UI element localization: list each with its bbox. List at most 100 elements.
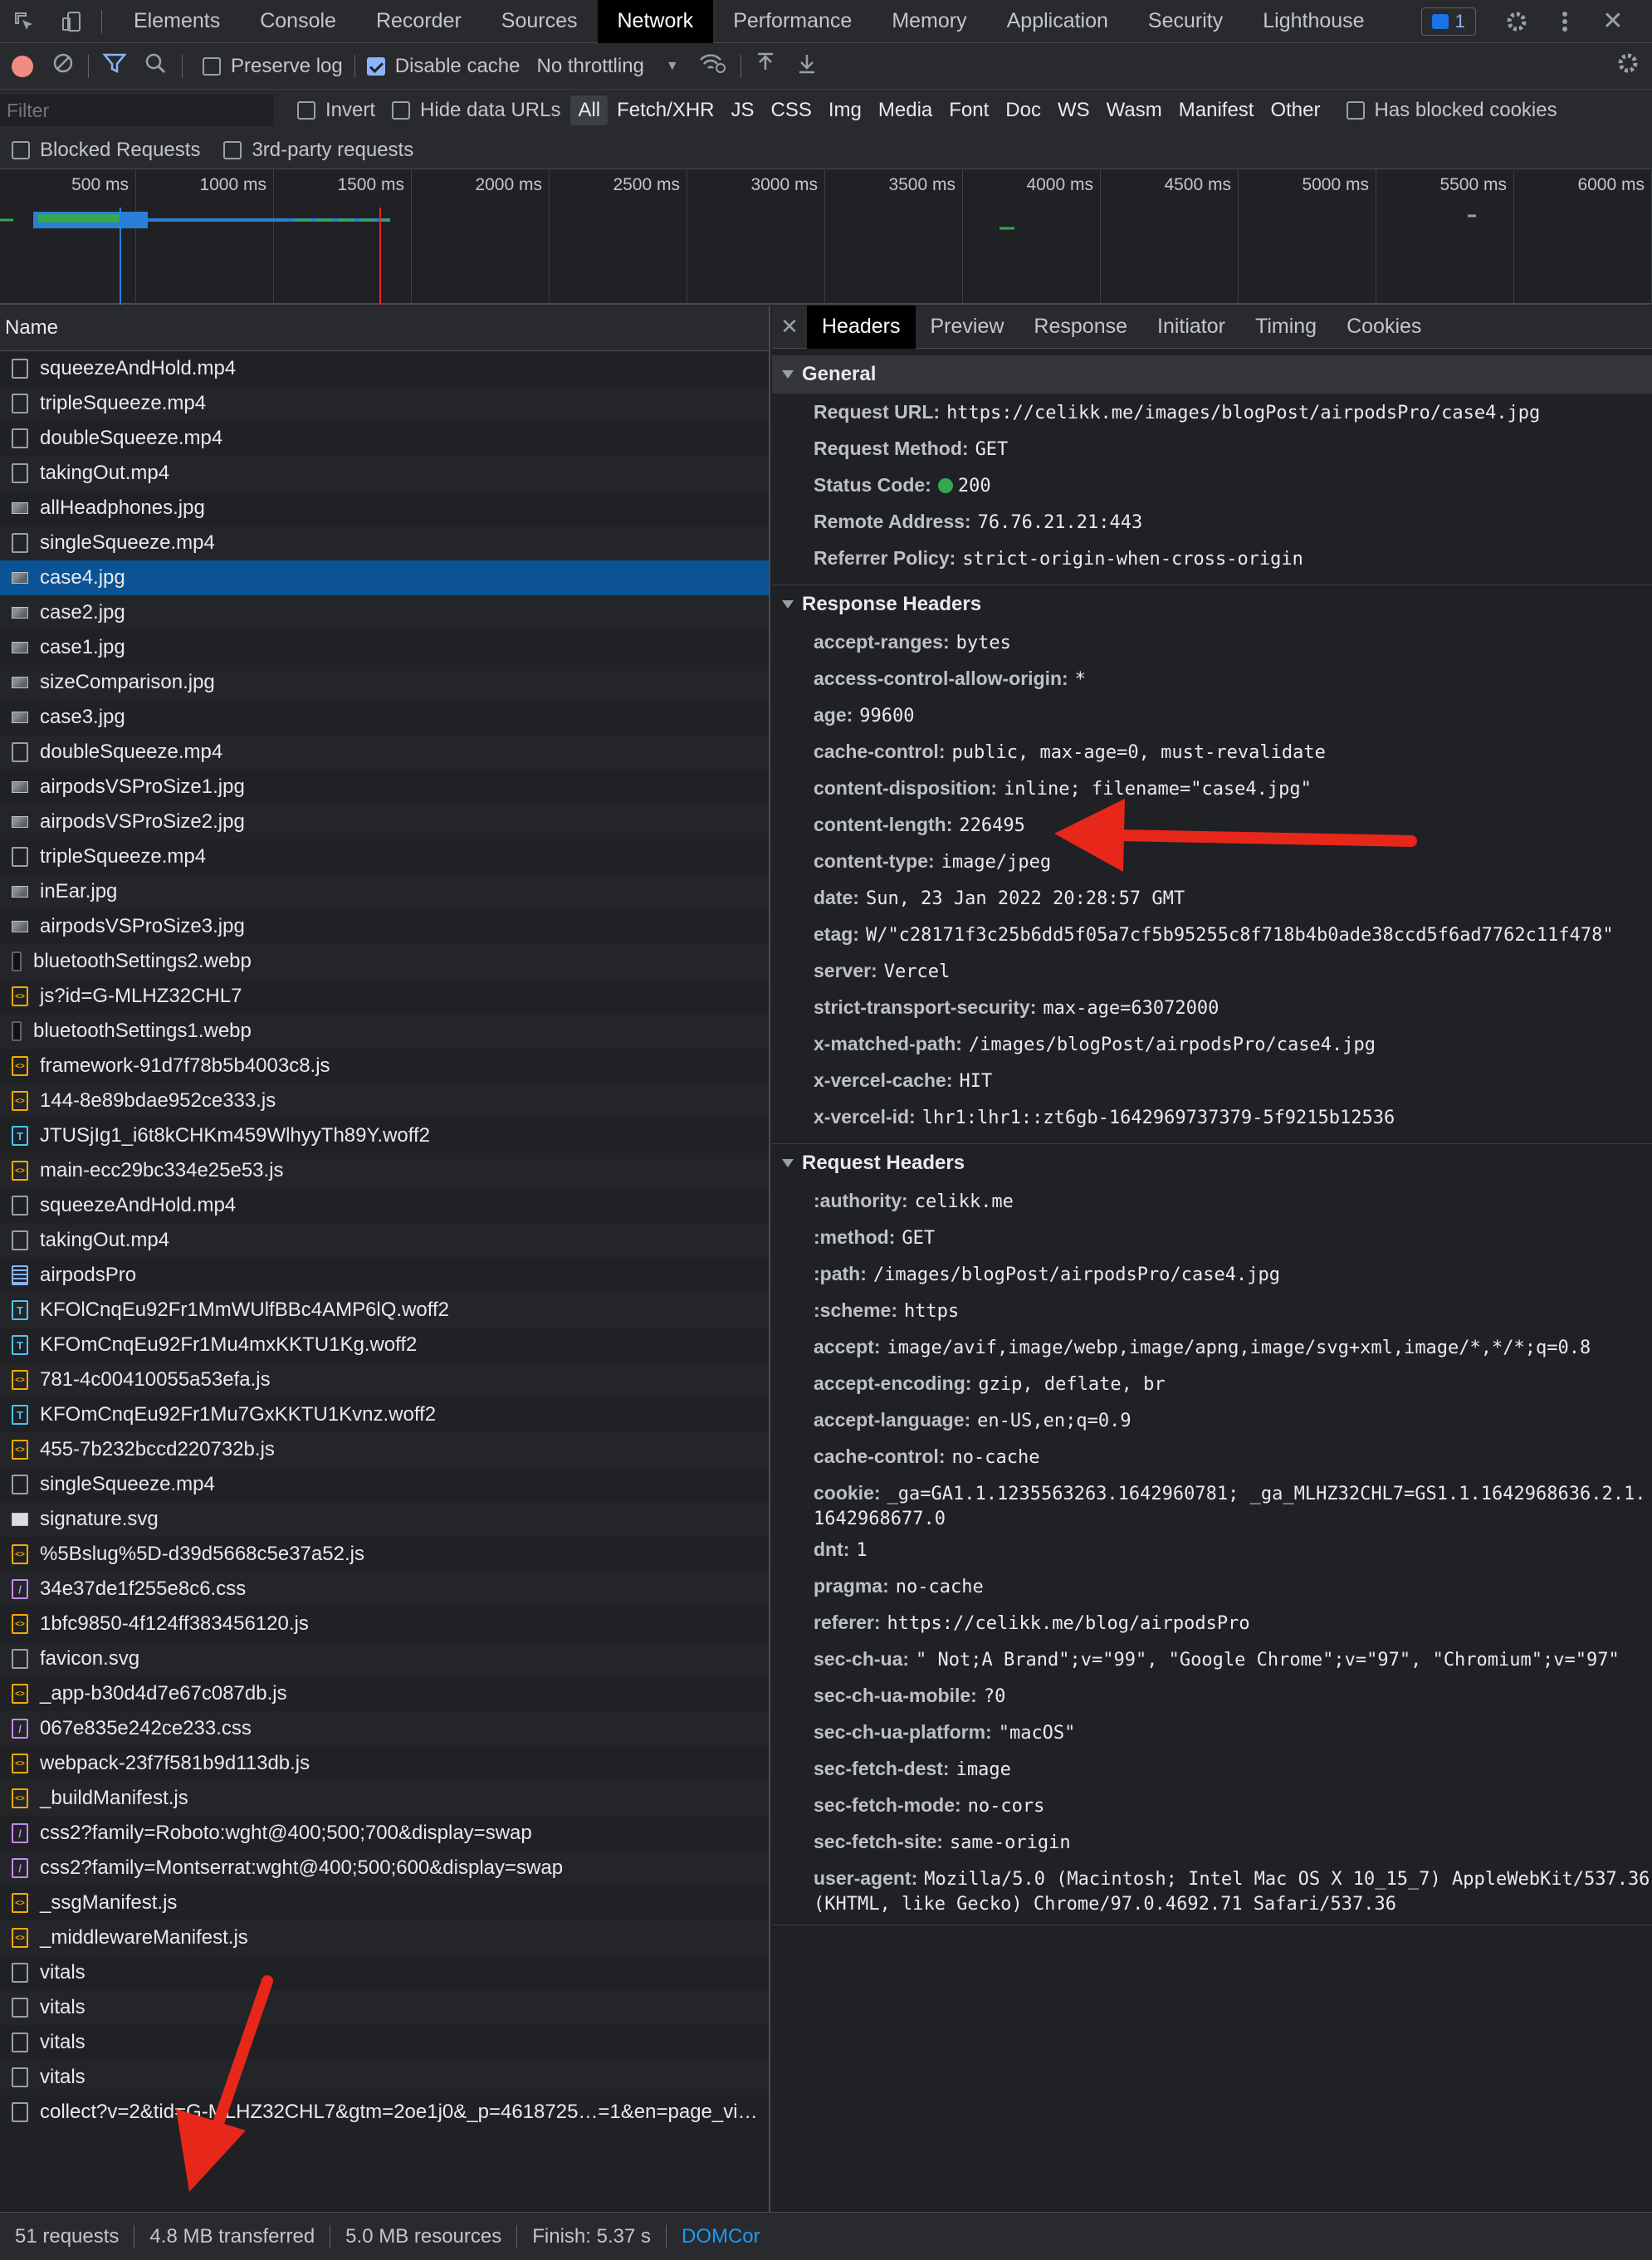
issues-badge[interactable]: 1 [1420,7,1476,36]
request-row[interactable]: vitals [0,2060,769,2095]
request-row[interactable]: tripleSqueeze.mp4 [0,386,769,421]
request-row[interactable]: squeezeAndHold.mp4 [0,1188,769,1223]
request-row[interactable]: <> 1bfc9850-4f124ff383456120.js [0,1607,769,1641]
inspect-element-icon[interactable] [0,0,48,43]
tab-lighthouse[interactable]: Lighthouse [1243,0,1384,43]
request-headers-header[interactable]: Request Headers [772,1144,1652,1182]
tab-memory[interactable]: Memory [872,0,986,43]
request-row[interactable]: <> webpack-23f7f581b9d113db.js [0,1746,769,1781]
request-row[interactable]: case3.jpg [0,700,769,735]
detail-tab-cookies[interactable]: Cookies [1332,306,1436,349]
device-toolbar-icon[interactable] [48,0,96,43]
request-row[interactable]: / css2?family=Roboto:wght@400;500;700&dis… [0,1816,769,1851]
request-row[interactable]: signature.svg [0,1502,769,1537]
request-row[interactable]: favicon.svg [0,1641,769,1676]
record-icon[interactable] [12,55,33,77]
request-row[interactable]: / css2?family=Montserrat:wght@400;500;600… [0,1851,769,1886]
tab-recorder[interactable]: Recorder [356,0,481,43]
request-row[interactable]: takingOut.mp4 [0,456,769,491]
tab-application[interactable]: Application [987,0,1128,43]
request-row[interactable]: <> js?id=G-MLHZ32CHL7 [0,979,769,1014]
request-row[interactable]: bluetoothSettings2.webp [0,944,769,979]
checkbox-box[interactable] [12,140,30,159]
request-row[interactable]: singleSqueeze.mp4 [0,1467,769,1502]
request-row[interactable]: case2.jpg [0,595,769,630]
tab-security[interactable]: Security [1128,0,1243,43]
import-har-icon[interactable] [755,51,776,81]
filter-type-js[interactable]: JS [724,95,762,125]
detail-tab-response[interactable]: Response [1019,306,1142,349]
request-row[interactable]: airpodsPro [0,1258,769,1293]
filter-type-css[interactable]: CSS [764,95,819,125]
request-row[interactable]: T JTUSjIg1_i6t8kCHKm459WlhyyTh89Y.woff2 [0,1118,769,1153]
request-row[interactable]: <> framework-91d7f78b5b4003c8.js [0,1049,769,1084]
throttling-select[interactable]: No throttling ▼ [536,55,678,78]
network-overview-timeline[interactable]: 500 ms 1000 ms 1500 ms 2000 ms 2500 ms 3000 m… [0,170,1652,305]
tab-elements[interactable]: Elements [114,0,240,43]
request-row[interactable]: doubleSqueeze.mp4 [0,421,769,456]
search-icon[interactable] [144,51,167,81]
request-row[interactable]: case1.jpg [0,630,769,665]
filter-type-manifest[interactable]: Manifest [1171,95,1262,125]
request-row[interactable]: / 067e835e242ce233.css [0,1711,769,1746]
request-row[interactable]: <> _middlewareManifest.js [0,1920,769,1955]
hide-data-urls-checkbox[interactable]: Hide data URLs [392,99,560,122]
tab-sources[interactable]: Sources [481,0,598,43]
request-row[interactable]: airpodsVSProSize3.jpg [0,909,769,944]
request-row[interactable]: <> _buildManifest.js [0,1781,769,1816]
request-row[interactable]: T KFOmCnqEu92Fr1Mu7GxKKTU1Kvnz.woff2 [0,1397,769,1432]
close-devtools-icon[interactable]: ✕ [1589,0,1637,43]
request-row[interactable]: airpodsVSProSize1.jpg [0,770,769,805]
filter-type-other[interactable]: Other [1263,95,1327,125]
request-row[interactable]: <> _app-b30d4d7e67c087db.js [0,1676,769,1711]
request-row[interactable]: T KFOmCnqEu92Fr1Mu4mxKKTU1Kg.woff2 [0,1328,769,1362]
request-row[interactable]: squeezeAndHold.mp4 [0,351,769,386]
third-party-checkbox[interactable]: 3rd-party requests [223,139,413,162]
request-row[interactable]: sizeComparison.jpg [0,665,769,700]
request-row[interactable]: <> _ssgManifest.js [0,1886,769,1920]
request-row[interactable]: <> 781-4c00410055a53efa.js [0,1362,769,1397]
request-row[interactable]: takingOut.mp4 [0,1223,769,1258]
request-row[interactable]: airpodsVSProSize2.jpg [0,805,769,839]
request-row[interactable]: collect?v=2&tid=G-MLHZ32CHL7&gtm=2oe1j0&… [0,2095,769,2130]
request-row[interactable]: <> main-ecc29bc334e25e53.js [0,1153,769,1188]
filter-input[interactable] [0,95,274,126]
filter-type-ws[interactable]: WS [1050,95,1097,125]
request-row[interactable]: T KFOlCnqEu92Fr1MmWUlfBBc4AMP6lQ.woff2 [0,1293,769,1328]
request-row[interactable]: bluetoothSettings1.webp [0,1014,769,1049]
checkbox-box[interactable] [223,140,242,159]
request-row[interactable]: tripleSqueeze.mp4 [0,839,769,874]
clear-icon[interactable] [51,51,75,81]
tab-performance[interactable]: Performance [713,0,872,43]
detail-tab-timing[interactable]: Timing [1240,306,1332,349]
filter-type-all[interactable]: All [570,95,609,125]
filter-icon[interactable] [102,51,127,81]
detail-tab-preview[interactable]: Preview [916,306,1019,349]
blocked-requests-checkbox[interactable]: Blocked Requests [12,139,200,162]
filter-type-media[interactable]: Media [871,95,940,125]
tab-console[interactable]: Console [240,0,356,43]
request-row[interactable]: <> %5Bslug%5D-d39d5668c5e37a52.js [0,1537,769,1572]
name-column-header[interactable]: Name [0,306,769,351]
request-row[interactable]: case4.jpg [0,560,769,595]
checkbox-box-checked[interactable] [366,56,385,76]
network-settings-gear-icon[interactable] [1615,51,1640,81]
request-row[interactable]: <> 455-7b232bccd220732b.js [0,1432,769,1467]
detail-tab-headers[interactable]: Headers [807,306,916,349]
checkbox-box[interactable] [1346,101,1365,120]
checkbox-box[interactable] [297,101,315,120]
disable-cache-checkbox[interactable]: Disable cache [366,55,520,78]
preserve-log-checkbox[interactable]: Preserve log [203,55,343,78]
request-row[interactable]: vitals [0,2025,769,2060]
request-row[interactable]: allHeadphones.jpg [0,491,769,526]
request-row[interactable]: vitals [0,1955,769,1990]
general-section-header[interactable]: General [772,355,1652,394]
has-blocked-cookies-checkbox[interactable]: Has blocked cookies [1346,99,1557,122]
filter-type-doc[interactable]: Doc [998,95,1048,125]
network-conditions-icon[interactable] [699,51,727,81]
filter-type-fetch-xhr[interactable]: Fetch/XHR [609,95,721,125]
filter-type-img[interactable]: Img [821,95,869,125]
request-row[interactable]: <> 144-8e89bdae952ce333.js [0,1084,769,1118]
more-options-icon[interactable] [1541,0,1589,43]
checkbox-box[interactable] [203,56,221,76]
